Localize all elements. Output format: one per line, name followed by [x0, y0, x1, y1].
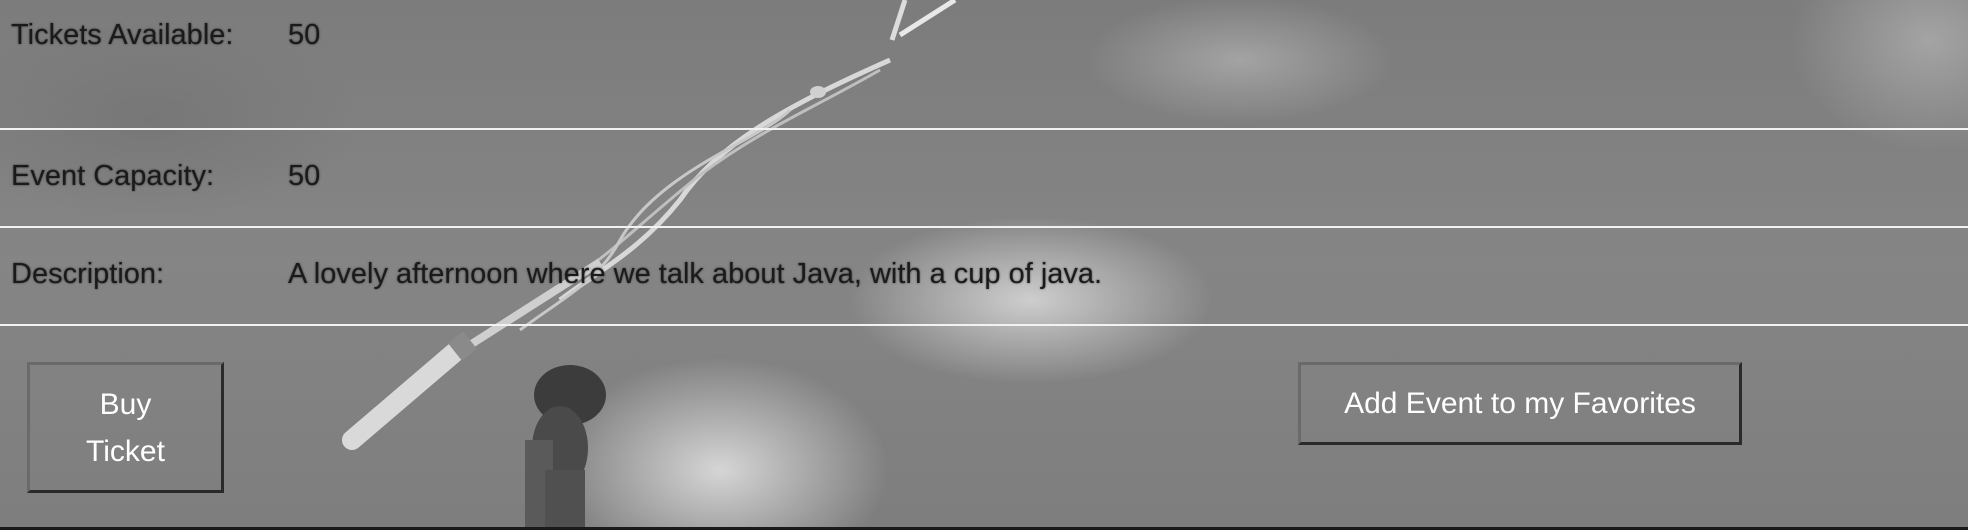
event-capacity-value: 50 [288, 160, 321, 192]
tickets-available-row: Tickets Available: 50 [0, 0, 1968, 130]
buy-ticket-button[interactable]: Buy Ticket [27, 362, 224, 493]
description-row: Description: A lovely afternoon where we… [0, 228, 1968, 326]
event-capacity-label: Event Capacity: [11, 160, 215, 192]
add-to-favorites-button-label: Add Event to my Favorites [1344, 386, 1696, 420]
tickets-available-label: Tickets Available: [11, 19, 234, 51]
description-label: Description: [11, 258, 165, 290]
add-to-favorites-button[interactable]: Add Event to my Favorites [1298, 362, 1742, 445]
tickets-available-value: 50 [288, 19, 321, 51]
buy-ticket-button-label: Buy Ticket [86, 387, 165, 468]
description-value: A lovely afternoon where we talk about J… [288, 258, 1103, 290]
event-detail-panel: Tickets Available: 50 Event Capacity: 50… [0, 0, 1968, 527]
event-capacity-row: Event Capacity: 50 [0, 130, 1968, 228]
